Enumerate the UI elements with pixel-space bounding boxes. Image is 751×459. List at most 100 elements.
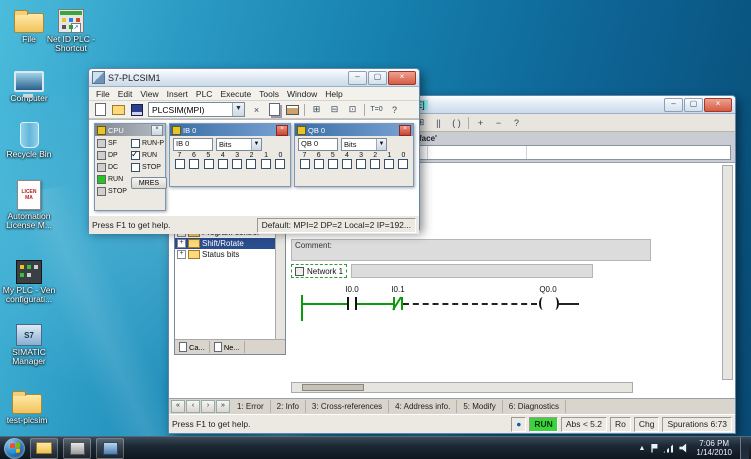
- new-icon[interactable]: [92, 102, 109, 118]
- bit-checkbox[interactable]: [217, 159, 228, 169]
- address-field[interactable]: QB 0: [298, 138, 338, 151]
- menu-help[interactable]: Help: [321, 89, 346, 99]
- menu-edit[interactable]: Edit: [114, 89, 137, 99]
- menu-plc[interactable]: PLC: [192, 89, 217, 99]
- copy-icon[interactable]: [266, 102, 283, 118]
- next-tab-button[interactable]: ›: [201, 400, 215, 413]
- tab-error[interactable]: 1: Error: [231, 400, 271, 413]
- open-icon[interactable]: [110, 102, 127, 118]
- mres-button[interactable]: MRES: [130, 177, 167, 189]
- stop-checkbox[interactable]: [130, 163, 140, 172]
- catalog-item[interactable]: Status bits: [175, 249, 285, 260]
- show-hidden-icons-button[interactable]: ▲: [638, 445, 645, 452]
- chevron-down-icon[interactable]: ▼: [376, 139, 386, 150]
- paste-icon[interactable]: [284, 102, 301, 118]
- minimize-button[interactable]: –: [664, 97, 683, 112]
- format-select[interactable]: Bits ▼: [216, 138, 262, 151]
- bit-checkbox[interactable]: [203, 159, 214, 169]
- reset-timers-icon[interactable]: T=0: [368, 102, 385, 118]
- menu-insert[interactable]: Insert: [163, 89, 192, 99]
- tab-program-elements[interactable]: Ca...: [175, 341, 210, 353]
- tab-diagnostics[interactable]: 6: Diagnostics: [503, 400, 567, 413]
- tab-info[interactable]: 2: Info: [271, 400, 306, 413]
- cpu-window[interactable]: CPU × SF DP DC RUN STOP RUN-P RUN STOP: [94, 123, 167, 211]
- maximize-button[interactable]: ▢: [368, 70, 387, 85]
- tab-modify[interactable]: 5: Modify: [457, 400, 503, 413]
- desktop-icon-license[interactable]: LICEN MA Automation License M...: [2, 180, 56, 230]
- menu-tools[interactable]: Tools: [255, 89, 283, 99]
- bit-checkbox[interactable]: [384, 159, 394, 169]
- close-icon[interactable]: ×: [151, 124, 163, 136]
- save-icon[interactable]: [128, 102, 145, 118]
- output-window-titlebar[interactable]: QB 0 ×: [295, 124, 413, 136]
- bit-checkbox[interactable]: [189, 159, 200, 169]
- chevron-down-icon[interactable]: ▼: [251, 139, 261, 150]
- coil-icon[interactable]: ( ): [448, 115, 465, 131]
- bit-checkbox[interactable]: [300, 159, 310, 169]
- insert-counter-icon[interactable]: ⊡: [344, 102, 361, 118]
- horizontal-scrollbar[interactable]: [291, 382, 633, 393]
- tab-cross-references[interactable]: 3: Cross-references: [306, 400, 390, 413]
- insert-input-icon[interactable]: ⊞: [308, 102, 325, 118]
- coil-address[interactable]: Q0.0: [539, 285, 556, 294]
- taskbar-item-plcsim[interactable]: [63, 437, 91, 459]
- menu-execute[interactable]: Execute: [216, 89, 255, 99]
- contact-address[interactable]: I0.0: [345, 285, 358, 294]
- network-header[interactable]: Network 1: [291, 264, 594, 278]
- network-icon[interactable]: [663, 443, 675, 453]
- show-desktop-button[interactable]: [740, 437, 749, 459]
- output-variable-window[interactable]: QB 0 × QB 0 Bits ▼ 76543210: [294, 123, 414, 187]
- cut-icon[interactable]: ×: [248, 102, 265, 118]
- run-p-checkbox[interactable]: [130, 139, 140, 148]
- contact-address[interactable]: I0.1: [391, 285, 404, 294]
- bit-checkbox[interactable]: [246, 159, 257, 169]
- action-center-icon[interactable]: [651, 443, 658, 453]
- plcsim-titlebar[interactable]: S7-PLCSIM1 – ▢ ×: [89, 69, 419, 87]
- menu-file[interactable]: File: [92, 89, 114, 99]
- contact-icon[interactable]: ||: [430, 115, 447, 131]
- bit-checkbox[interactable]: [314, 159, 324, 169]
- first-tab-button[interactable]: «: [171, 400, 185, 413]
- vertical-scrollbar[interactable]: [722, 165, 733, 380]
- bit-checkbox[interactable]: [260, 159, 271, 169]
- desktop-icon-recycle-bin[interactable]: Recycle Bin: [2, 118, 56, 159]
- menu-view[interactable]: View: [136, 89, 162, 99]
- menu-window[interactable]: Window: [283, 89, 321, 99]
- help-icon[interactable]: ?: [386, 102, 403, 118]
- close-button[interactable]: ×: [388, 70, 416, 85]
- close-button[interactable]: ×: [704, 97, 732, 112]
- input-variable-window[interactable]: IB 0 × IB 0 Bits ▼ 76543210: [169, 123, 291, 187]
- tab-address-info[interactable]: 4: Address info.: [389, 400, 458, 413]
- volume-icon[interactable]: [679, 443, 687, 453]
- zoom-in-icon[interactable]: +: [472, 115, 489, 131]
- insert-output-icon[interactable]: ⊟: [326, 102, 343, 118]
- address-field[interactable]: IB 0: [173, 138, 213, 151]
- input-window-titlebar[interactable]: IB 0 ×: [170, 124, 290, 136]
- bit-checkbox[interactable]: [232, 159, 243, 169]
- last-tab-button[interactable]: »: [216, 400, 230, 413]
- bit-checkbox[interactable]: [356, 159, 366, 169]
- format-select[interactable]: Bits ▼: [341, 138, 387, 151]
- maximize-button[interactable]: ▢: [684, 97, 703, 112]
- catalog-item-selected[interactable]: Shift/Rotate: [175, 238, 285, 249]
- coil-icon[interactable]: [539, 297, 547, 310]
- desktop-icon-net-id-plc[interactable]: Net ID PLC - Shortcut: [44, 3, 98, 53]
- interface-select[interactable]: PLCSIM(MPI) ▼: [148, 102, 245, 117]
- bit-checkbox[interactable]: [370, 159, 380, 169]
- scrollbar-thumb[interactable]: [302, 384, 364, 391]
- close-icon[interactable]: ×: [276, 124, 288, 136]
- tab-call-structure[interactable]: Ne...: [210, 341, 245, 353]
- bit-checkbox[interactable]: [328, 159, 338, 169]
- taskbar-item-step7[interactable]: [96, 437, 124, 459]
- desktop-icon-computer[interactable]: Computer: [2, 62, 56, 103]
- desktop-icon-test-plcsim[interactable]: test-plcsim: [0, 384, 54, 425]
- cpu-window-titlebar[interactable]: CPU ×: [95, 124, 165, 136]
- prev-tab-button[interactable]: ‹: [186, 400, 200, 413]
- bit-checkbox[interactable]: [175, 159, 185, 169]
- chevron-down-icon[interactable]: ▼: [232, 103, 244, 116]
- start-button[interactable]: [4, 437, 25, 459]
- bit-checkbox[interactable]: [274, 159, 285, 169]
- expand-icon[interactable]: [177, 250, 186, 259]
- desktop-icon-simatic-manager[interactable]: S7 SIMATIC Manager: [2, 316, 56, 366]
- minimize-button[interactable]: –: [348, 70, 367, 85]
